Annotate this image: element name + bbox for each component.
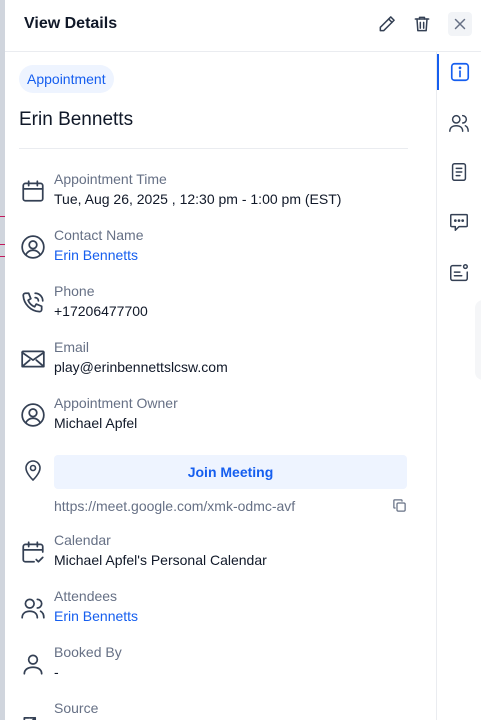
close-icon: [454, 18, 466, 30]
user-circle-icon: [19, 401, 47, 429]
type-badge: Appointment: [19, 65, 114, 93]
details-panel: View Details Appointment Erin Bennetts A…: [5, 0, 481, 720]
field-label: Phone: [54, 283, 95, 299]
copy-icon: [392, 498, 406, 512]
join-meeting-button[interactable]: Join Meeting: [54, 455, 407, 489]
calendar-check-icon: [19, 538, 47, 566]
field-label: Appointment Time: [54, 171, 167, 187]
user-icon: [19, 650, 47, 678]
field-label: Attendees: [54, 588, 118, 604]
field-value: play@erinbennettslcsw.com: [54, 359, 228, 375]
divider: [19, 148, 408, 149]
field-label: Calendar: [54, 532, 111, 548]
rail-tab-chat[interactable]: [437, 204, 481, 240]
field-value: +17206477700: [54, 303, 148, 319]
panel-title: View Details: [24, 15, 118, 32]
field-label: Appointment Owner: [54, 395, 178, 411]
trash-icon: [414, 16, 430, 32]
rail-tab-info[interactable]: [437, 54, 481, 90]
copy-button[interactable]: [390, 496, 408, 514]
field-label: Email: [54, 339, 90, 355]
ticket-icon: [450, 264, 468, 282]
field-label: Booked By: [54, 644, 122, 660]
calendar-icon: [19, 177, 47, 205]
edit-button[interactable]: [375, 12, 399, 36]
field-value: Michael Apfel's Personal Calendar: [54, 552, 267, 568]
external-link-icon: [19, 706, 47, 720]
notes-icon: [451, 163, 467, 181]
users-icon: [449, 114, 469, 132]
location-pin-icon: [19, 456, 47, 484]
mail-icon: [19, 345, 47, 373]
phone-icon: [19, 289, 47, 317]
details-content: Appointment Erin Bennetts Appointment Ti…: [5, 52, 437, 720]
field-value: Tue, Aug 26, 2025 , 12:30 pm - 1:00 pm (…: [54, 191, 342, 207]
field-label: Contact Name: [54, 227, 144, 243]
chat-icon: [450, 213, 468, 231]
rail-tab-notes[interactable]: [437, 154, 481, 190]
info-icon: [450, 62, 470, 82]
scroll-edge: [475, 300, 481, 380]
delete-button[interactable]: [410, 12, 434, 36]
user-circle-icon: [19, 233, 47, 261]
contact-name-link[interactable]: Erin Bennetts: [54, 247, 138, 263]
field-label: Source: [54, 700, 99, 716]
attendee-link[interactable]: Erin Bennetts: [54, 608, 138, 624]
rail-tab-attendees[interactable]: [437, 105, 481, 141]
contact-title: Erin Bennetts: [19, 109, 134, 130]
side-rail: [437, 52, 481, 720]
meeting-url: https://meet.google.com/xmk-odmc-avf: [54, 498, 296, 514]
rail-tab-ticket[interactable]: [437, 255, 481, 291]
pencil-icon: [379, 16, 395, 32]
close-button[interactable]: [448, 12, 472, 36]
field-value: -: [54, 664, 59, 680]
field-value: Michael Apfel: [54, 415, 138, 431]
panel-header: View Details: [5, 0, 481, 52]
users-icon: [19, 594, 47, 622]
